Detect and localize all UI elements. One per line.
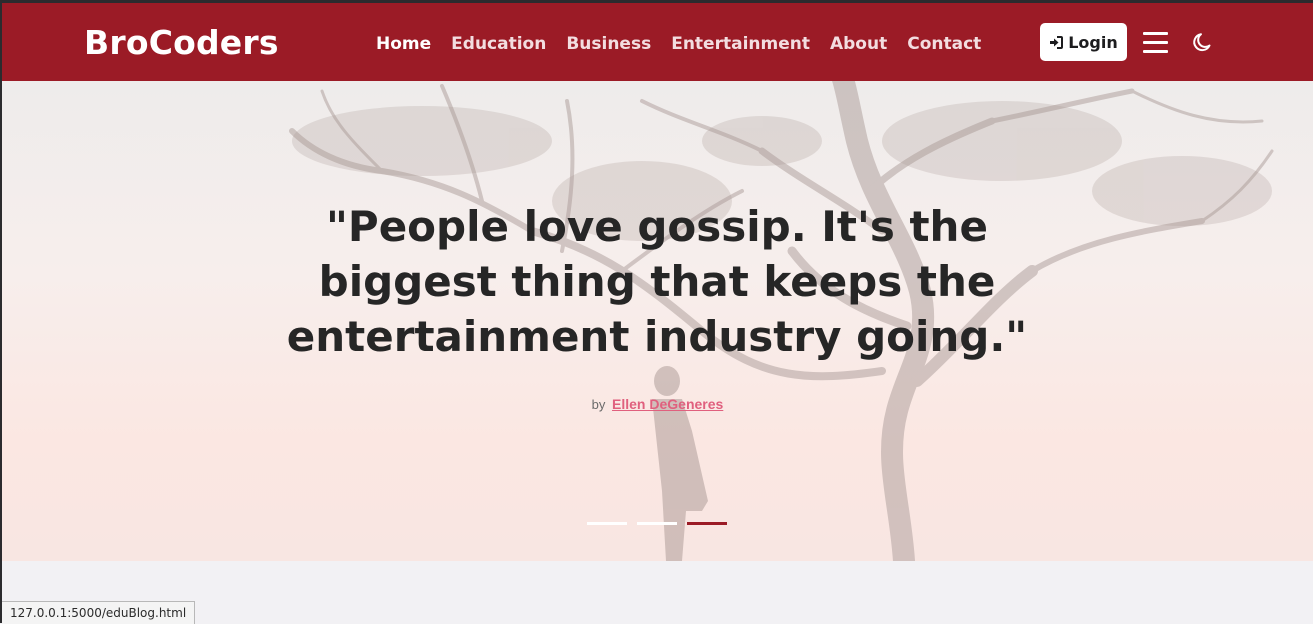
nav-link-contact[interactable]: Contact <box>907 34 981 54</box>
nav-link-education[interactable]: Education <box>451 34 546 54</box>
quote-byline: by Ellen DeGeneres <box>2 396 1313 412</box>
carousel-indicators <box>587 522 737 525</box>
brand-logo[interactable]: BroCoders <box>84 23 279 62</box>
hamburger-icon[interactable] <box>1143 32 1168 53</box>
login-label: Login <box>1068 32 1118 52</box>
quote-author-link[interactable]: Ellen DeGeneres <box>612 396 723 412</box>
nav-links: Home Education Business Entertainment Ab… <box>376 32 1001 56</box>
carousel-indicator-2[interactable] <box>637 522 677 525</box>
status-bar-url: 127.0.0.1:5000/eduBlog.html <box>2 601 196 624</box>
carousel-indicator-1[interactable] <box>587 522 627 525</box>
nav-link-business[interactable]: Business <box>566 34 651 54</box>
navbar: BroCoders Home Education Business Entert… <box>2 3 1313 81</box>
hero-quote: "People love gossip. It's the biggest th… <box>286 202 1028 361</box>
sign-in-icon <box>1050 35 1064 49</box>
login-button[interactable]: Login <box>1040 23 1127 61</box>
hero-carousel: "People love gossip. It's the biggest th… <box>2 81 1313 561</box>
moon-icon[interactable] <box>1192 31 1214 53</box>
byline-prefix: by <box>591 397 606 412</box>
carousel-indicator-3[interactable] <box>687 522 727 525</box>
nav-link-home[interactable]: Home <box>376 34 431 54</box>
nav-link-entertainment[interactable]: Entertainment <box>671 34 810 54</box>
nav-link-about[interactable]: About <box>830 34 887 54</box>
